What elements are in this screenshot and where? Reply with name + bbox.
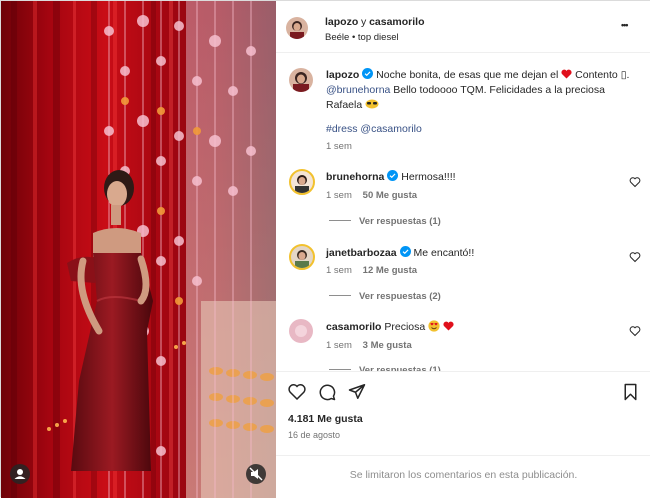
post-dialog: lapozo y casamorilo Beéle • top diesel •… xyxy=(0,0,650,498)
speaker-muted-icon xyxy=(249,467,263,481)
tagged-users-button[interactable] xyxy=(10,464,30,484)
verified-badge-icon xyxy=(399,246,411,257)
comment-text: Preciosa xyxy=(384,321,426,333)
comment-like-heart-icon[interactable] xyxy=(629,176,641,188)
comment-username[interactable]: janetbarbozaa xyxy=(326,247,397,259)
caption-text-part-1: Noche bonita, de esas que me dejan el xyxy=(376,69,559,81)
comment-likes[interactable]: 50 Me gusta xyxy=(363,190,417,201)
comment-avatar[interactable] xyxy=(289,244,315,270)
mute-button[interactable] xyxy=(246,464,266,484)
comment-time: 1 sem xyxy=(326,340,352,351)
comment-like-heart-icon[interactable] xyxy=(629,251,641,263)
comment-time: 1 sem xyxy=(326,265,352,276)
more-options-button[interactable]: ••• xyxy=(621,20,637,34)
comment-likes[interactable]: 3 Me gusta xyxy=(363,340,412,351)
view-replies-button[interactable]: Ver respuestas (2) xyxy=(329,291,441,302)
caption-mention[interactable]: @brunehorna xyxy=(326,84,390,96)
audio-artist[interactable]: Beéle xyxy=(325,32,349,43)
caption-username[interactable]: lapozo xyxy=(326,69,359,81)
like-heart-icon[interactable] xyxy=(288,383,306,400)
caption-avatar[interactable] xyxy=(289,68,313,92)
caption-text-part-2: Contento xyxy=(575,69,618,81)
comment-username[interactable]: brunehorna xyxy=(326,171,384,183)
comment-like-heart-icon[interactable] xyxy=(629,325,641,337)
person-icon xyxy=(14,469,26,479)
header-username[interactable]: lapozo xyxy=(325,16,358,28)
comment-avatar[interactable] xyxy=(289,319,313,343)
caption-hashtags[interactable]: #dress @casamorilo xyxy=(326,122,422,137)
post-details-pane: lapozo y casamorilo Beéle • top diesel •… xyxy=(276,1,650,498)
caption-text: lapozo Noche bonita, de esas que me deja… xyxy=(326,68,630,111)
audio-track[interactable]: top diesel xyxy=(358,32,399,43)
view-replies-button[interactable]: Ver respuestas (1) xyxy=(329,216,441,227)
comment-username[interactable]: casamorilo xyxy=(326,321,381,333)
sunglasses-emoji-icon xyxy=(365,99,379,109)
post-photo[interactable] xyxy=(1,1,276,498)
comment-avatar[interactable] xyxy=(289,169,315,195)
caption-time: 1 sem xyxy=(326,141,352,152)
header-collab-username[interactable]: casamorilo xyxy=(369,16,424,28)
audio-separator: • xyxy=(351,32,356,43)
post-date: 16 de agosto xyxy=(288,430,341,440)
save-bookmark-icon[interactable] xyxy=(623,383,638,401)
comment-bubble-icon[interactable] xyxy=(318,383,336,401)
heart-emoji-icon xyxy=(561,69,572,79)
post-header: lapozo y casamorilo Beéle • top diesel •… xyxy=(276,1,650,53)
comment-text: Hermosa!!!! xyxy=(401,171,456,183)
verified-badge-icon xyxy=(387,170,399,181)
comment-text: Me encantó!! xyxy=(413,247,475,259)
header-connector: y xyxy=(361,16,367,28)
heart-eyes-emoji-icon xyxy=(428,320,440,332)
photo-illustration xyxy=(11,1,276,498)
avatar[interactable] xyxy=(286,17,308,39)
verified-badge-icon xyxy=(362,68,374,79)
comment-likes[interactable]: 12 Me gusta xyxy=(363,265,417,276)
comment-time: 1 sem xyxy=(326,190,352,201)
share-paper-plane-icon[interactable] xyxy=(348,383,366,400)
likes-count[interactable]: 4.181 Me gusta xyxy=(288,413,363,425)
comments-limited-notice: Se limitaron los comentarios en esta pub… xyxy=(276,455,650,498)
heart-emoji-icon xyxy=(443,321,454,331)
